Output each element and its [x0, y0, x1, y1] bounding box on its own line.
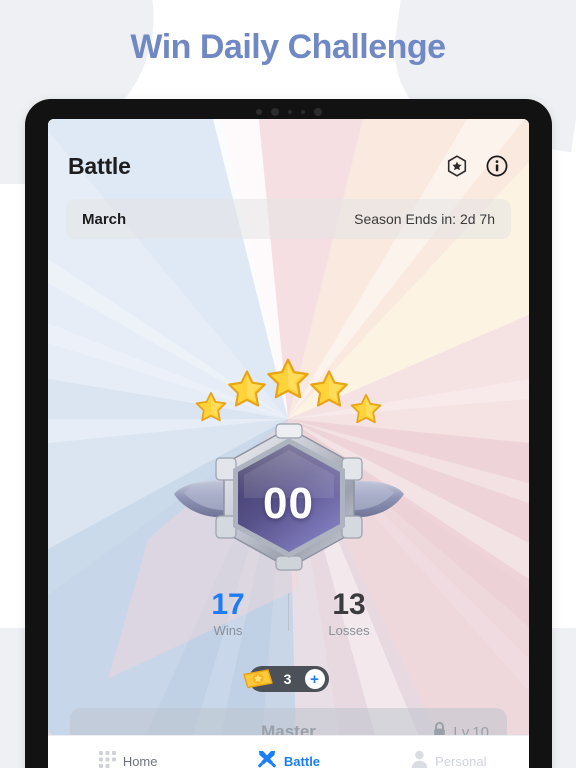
crossed-swords-icon — [257, 749, 277, 768]
header-actions — [445, 154, 509, 178]
bottom-navigation: Home Battle Personal — [48, 735, 529, 768]
grid-icon — [98, 750, 116, 768]
losses-value: 13 — [332, 588, 366, 621]
season-countdown-label: Season Ends in: 2d 7h — [354, 211, 495, 227]
nav-item-home[interactable]: Home — [48, 750, 208, 768]
losses-label: Losses — [328, 623, 370, 638]
ticket-count: 3 — [283, 671, 292, 687]
device-screen: Battle March Season Ends in: 2d 7h 00 17… — [48, 119, 529, 768]
camera-dot — [255, 109, 262, 115]
ticket-icon — [241, 667, 275, 696]
info-icon[interactable] — [485, 154, 509, 178]
wins-label: Wins — [213, 623, 243, 638]
wins-stat: 17 Wins — [168, 588, 288, 639]
battle-record: 17 Wins 13 Losses — [48, 589, 529, 651]
losses-stat: 13 Losses — [289, 588, 409, 639]
ticket-balance: 3 + — [48, 666, 529, 692]
camera-dot — [270, 108, 279, 116]
camera-dot — [287, 110, 292, 114]
season-month-label: March — [82, 210, 127, 228]
nav-item-battle[interactable]: Battle — [208, 749, 368, 768]
wins-value: 17 — [211, 588, 245, 621]
page-title: Battle — [68, 152, 131, 179]
tablet-device-frame: Battle March Season Ends in: 2d 7h 00 17… — [25, 99, 552, 768]
rank-star — [226, 368, 268, 415]
rank-star — [308, 368, 350, 415]
promo-headline: Win Daily Challenge — [130, 28, 446, 66]
season-bar[interactable]: March Season Ends in: 2d 7h — [66, 199, 511, 239]
camera-dot — [300, 110, 305, 114]
camera-dot — [313, 108, 322, 116]
rank-badge: 00 — [48, 423, 529, 571]
nav-label-personal: Personal — [435, 754, 487, 768]
hex-star-icon[interactable] — [445, 154, 469, 178]
person-icon — [411, 750, 428, 768]
device-camera-dots — [25, 107, 552, 117]
nav-label-battle: Battle — [283, 754, 321, 768]
app-header: Battle — [48, 143, 529, 189]
nav-item-personal[interactable]: Personal — [369, 750, 529, 768]
rank-star — [265, 356, 311, 407]
ticket-add-button[interactable]: + — [304, 669, 325, 689]
nav-label-home: Home — [122, 754, 158, 768]
ticket-pill[interactable]: 3 + — [242, 666, 329, 692]
